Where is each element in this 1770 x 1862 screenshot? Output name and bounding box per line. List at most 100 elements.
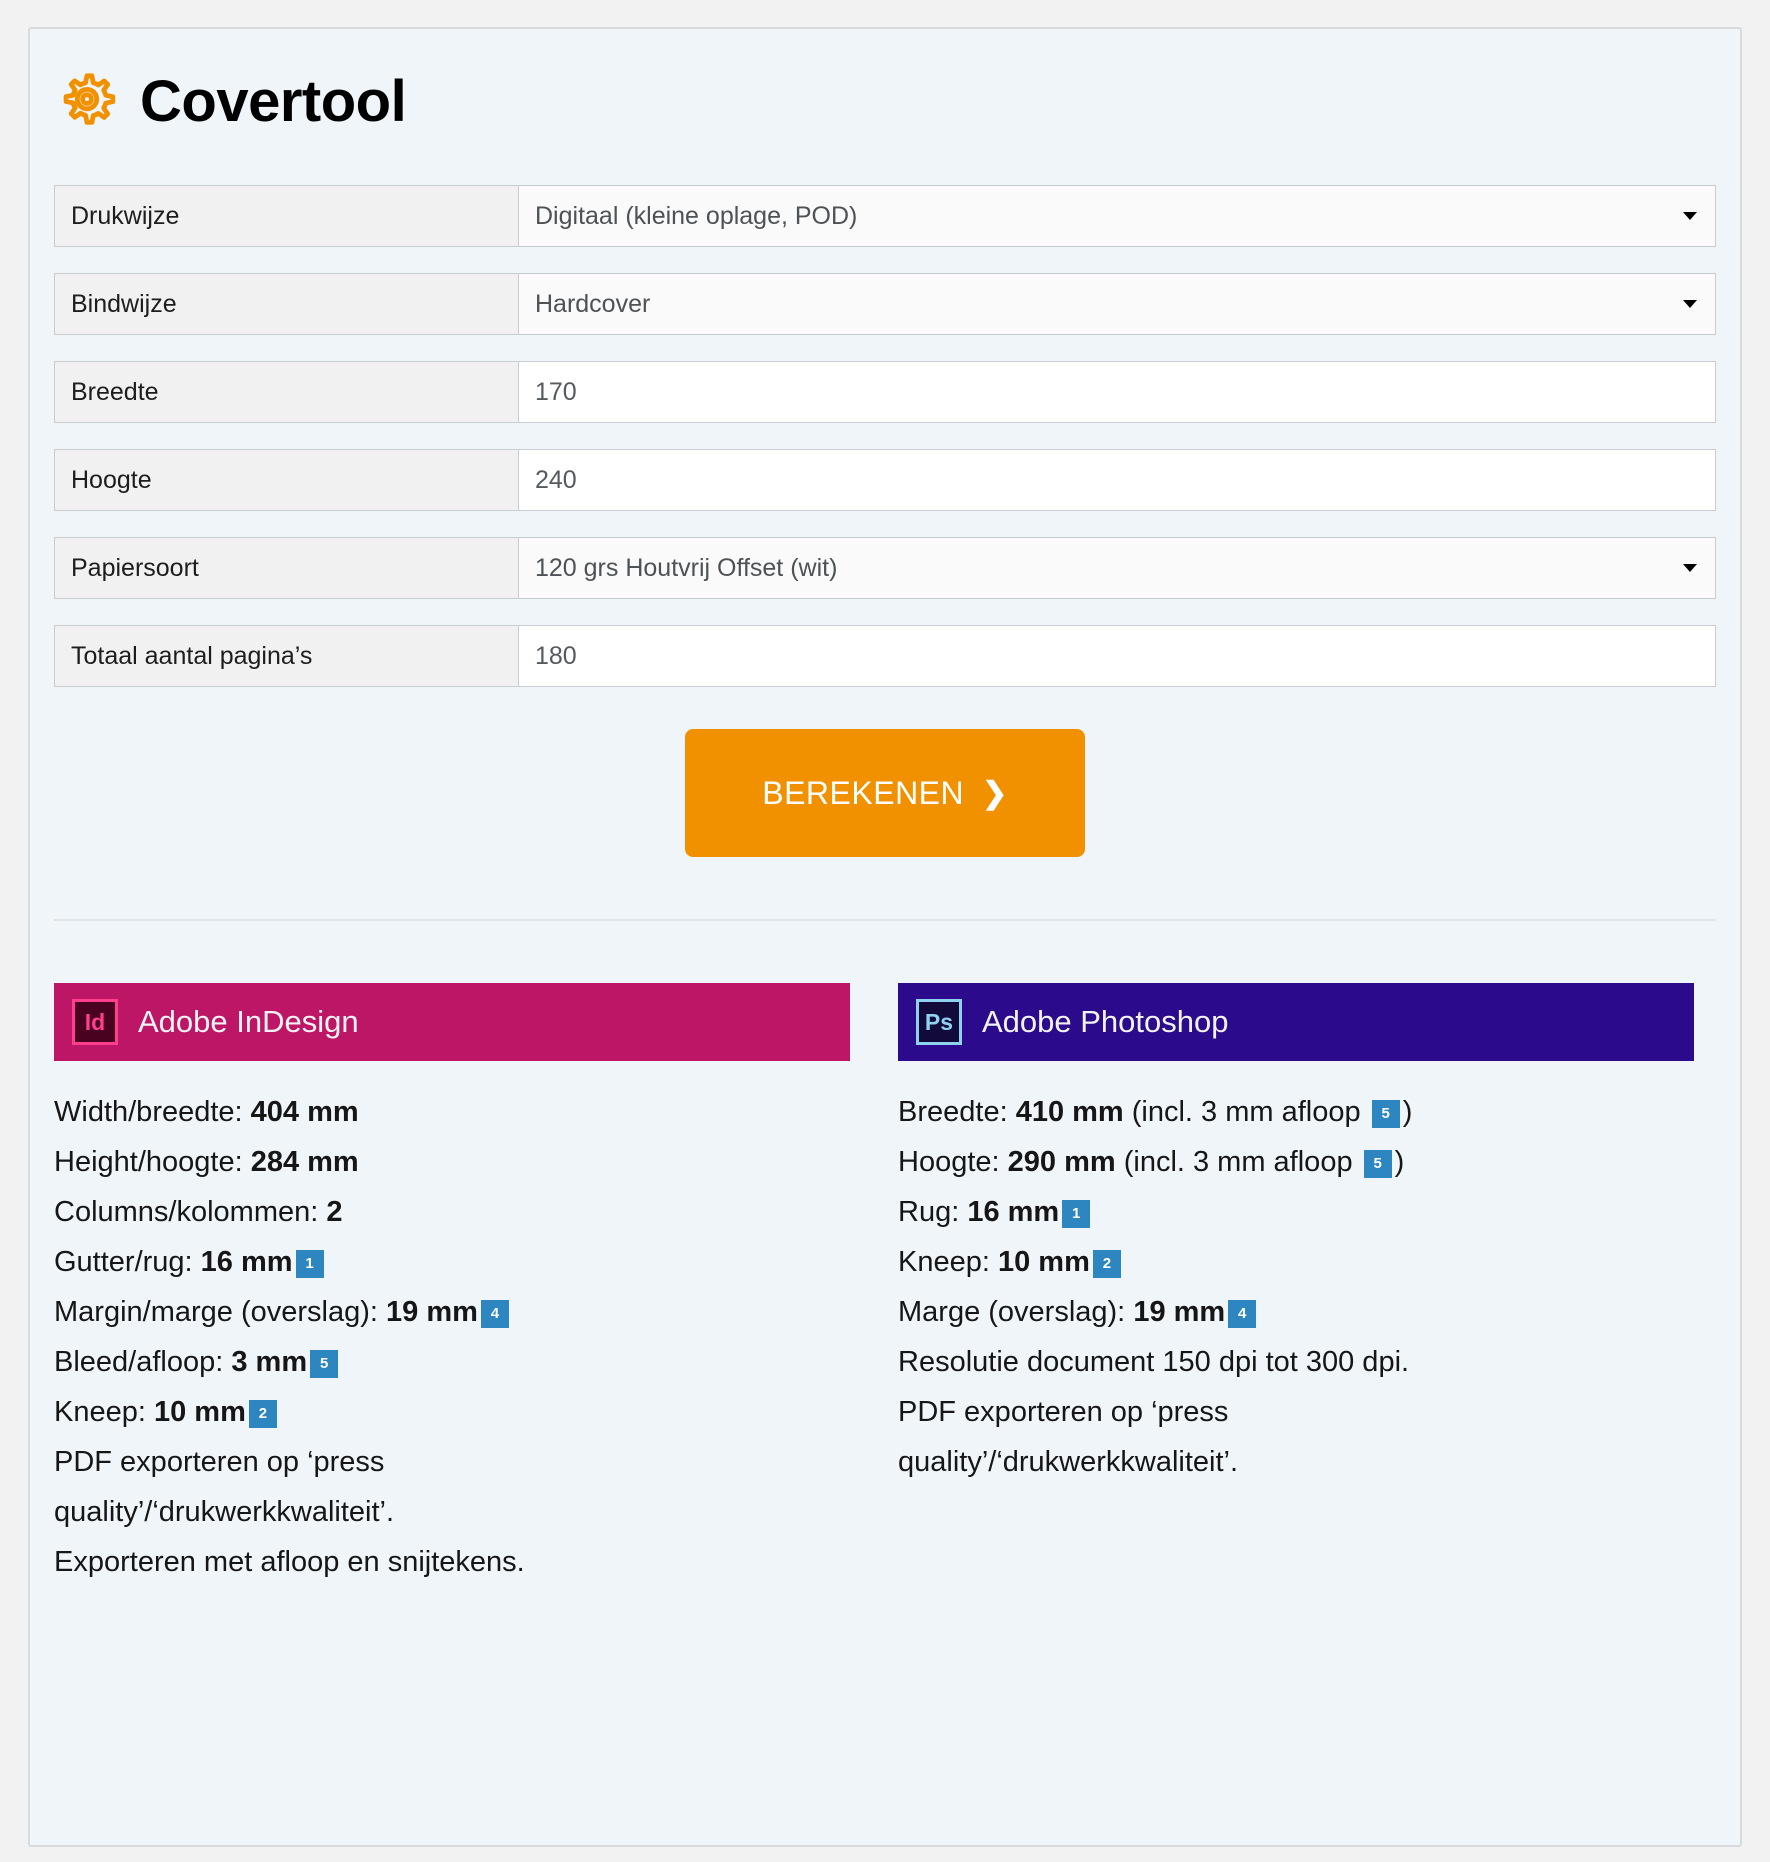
- spec-label: Margin/marge (overslag):: [54, 1296, 386, 1328]
- form-row-papiersoort[interactable]: Papiersoort 120 grs Houtvrij Offset (wit…: [54, 537, 1716, 599]
- spec-label: Width/breedte:: [54, 1096, 251, 1128]
- spec-label: Hoogte:: [898, 1146, 1008, 1178]
- spec-list-photoshop: Breedte: 410 mm (incl. 3 mm afloop 5) Hoo…: [898, 1087, 1694, 1487]
- spec-suffix: (incl. 3 mm afloop: [1115, 1146, 1361, 1178]
- spec-tail: ): [1402, 1096, 1413, 1128]
- totaal-aantal-paginas-input-value: 180: [535, 641, 577, 670]
- form-row-bindwijze[interactable]: Bindwijze Hardcover: [54, 273, 1716, 335]
- spec-line: quality’/‘drukwerkkwaliteit’.: [54, 1487, 850, 1537]
- spec-label: quality’/‘drukwerkkwaliteit’.: [898, 1446, 1239, 1478]
- select-papiersoort[interactable]: 120 grs Houtvrij Offset (wit): [519, 538, 1715, 598]
- spec-label: Rug:: [898, 1196, 968, 1228]
- panel-title-photoshop: Adobe Photoshop: [982, 1004, 1229, 1039]
- spec-label: Columns/kolommen:: [54, 1196, 327, 1228]
- hoogte-input-value: 240: [535, 465, 577, 494]
- spec-list-indesign: Width/breedte: 404 mm Height/hoogte: 284 …: [54, 1087, 850, 1587]
- spec-line: Bleed/afloop: 3 mm 5: [54, 1337, 850, 1387]
- reference-badge: 1: [295, 1250, 324, 1278]
- select-bindwijze-value: Hardcover: [535, 289, 651, 318]
- spec-line: Height/hoogte: 284 mm: [54, 1137, 850, 1187]
- spec-value: 284 mm: [250, 1146, 359, 1178]
- form-row-hoogte[interactable]: Hoogte 240: [54, 449, 1716, 511]
- chevron-down-icon[interactable]: [1683, 300, 1697, 308]
- spec-label: PDF exporteren op ‘press: [898, 1396, 1229, 1428]
- spec-line: Width/breedte: 404 mm: [54, 1087, 850, 1137]
- berekenen-button[interactable]: BEREKENEN ❯: [685, 729, 1085, 857]
- reference-badge: 5: [1371, 1100, 1400, 1128]
- spec-label: PDF exporteren op ‘press: [54, 1446, 385, 1478]
- gear-icon: [56, 71, 118, 133]
- select-drukwijze-value: Digitaal (kleine oplage, POD): [535, 201, 858, 230]
- panel-title-indesign: Adobe InDesign: [138, 1004, 359, 1039]
- chevron-down-icon[interactable]: [1683, 564, 1697, 572]
- spec-suffix: (incl. 3 mm afloop: [1123, 1096, 1369, 1128]
- reference-badge: 4: [480, 1300, 509, 1328]
- panel-photoshop: Ps Adobe Photoshop Breedte: 410 mm (incl…: [898, 983, 1694, 1587]
- form-row-totaal-aantal-paginas[interactable]: Totaal aantal pagina’s 180: [54, 625, 1716, 687]
- spec-value: 16 mm: [967, 1196, 1060, 1228]
- covertool-card: Covertool Drukwijze Digitaal (kleine opl…: [28, 27, 1742, 1847]
- spec-value: 290 mm: [1007, 1146, 1116, 1178]
- chevron-down-icon[interactable]: [1683, 212, 1697, 220]
- spec-value: 10 mm: [153, 1396, 246, 1428]
- indesign-logo-icon: Id: [72, 999, 118, 1045]
- select-drukwijze[interactable]: Digitaal (kleine oplage, POD): [519, 186, 1715, 246]
- spec-tail: ): [1394, 1146, 1405, 1178]
- spec-value: 19 mm: [1133, 1296, 1226, 1328]
- berekenen-button-label: BEREKENEN: [762, 774, 965, 811]
- spec-value: 410 mm: [1015, 1096, 1124, 1128]
- spec-line: Rug: 16 mm 1: [898, 1187, 1694, 1237]
- select-papiersoort-value: 120 grs Houtvrij Offset (wit): [535, 553, 838, 582]
- label-drukwijze: Drukwijze: [55, 186, 519, 246]
- spec-label: Resolutie document 150 dpi tot 300 dpi.: [898, 1346, 1410, 1378]
- reference-badge: 2: [248, 1400, 277, 1428]
- spec-value: 2: [326, 1196, 343, 1228]
- section-divider: [54, 919, 1716, 921]
- spec-label: quality’/‘drukwerkkwaliteit’.: [54, 1496, 395, 1528]
- panel-header-photoshop: Ps Adobe Photoshop: [898, 983, 1694, 1061]
- select-bindwijze[interactable]: Hardcover: [519, 274, 1715, 334]
- spec-value: 16 mm: [200, 1246, 293, 1278]
- breedte-input-value: 170: [535, 377, 577, 406]
- label-hoogte: Hoogte: [55, 450, 519, 510]
- output-panels: Id Adobe InDesign Width/breedte: 404 mm H…: [30, 983, 1740, 1587]
- spec-value: 404 mm: [250, 1096, 359, 1128]
- spec-line: Exporteren met afloop en snijtekens.: [54, 1537, 850, 1587]
- spec-label: Height/hoogte:: [54, 1146, 251, 1178]
- spec-line: Kneep: 10 mm 2: [54, 1387, 850, 1437]
- spec-line: Breedte: 410 mm (incl. 3 mm afloop 5): [898, 1087, 1694, 1137]
- breedte-input[interactable]: 170: [519, 362, 1715, 422]
- spec-line: Margin/marge (overslag): 19 mm 4: [54, 1287, 850, 1337]
- spec-value: 19 mm: [386, 1296, 478, 1328]
- page-title: Covertool: [140, 69, 407, 134]
- covertool-form: Drukwijze Digitaal (kleine oplage, POD) …: [30, 185, 1740, 857]
- spec-line: PDF exporteren op ‘press: [54, 1437, 850, 1487]
- spec-label: Exporteren met afloop en snijtekens.: [54, 1546, 525, 1578]
- hoogte-input[interactable]: 240: [519, 450, 1715, 510]
- form-row-breedte[interactable]: Breedte 170: [54, 361, 1716, 423]
- spec-label: Bleed/afloop:: [54, 1346, 232, 1378]
- spec-line: PDF exporteren op ‘press: [898, 1387, 1694, 1437]
- spec-line: Marge (overslag): 19 mm 4: [898, 1287, 1694, 1337]
- spec-line: Resolutie document 150 dpi tot 300 dpi.: [898, 1337, 1694, 1387]
- spec-line: quality’/‘drukwerkkwaliteit’.: [898, 1437, 1694, 1487]
- totaal-aantal-paginas-input[interactable]: 180: [519, 626, 1715, 686]
- submit-row: BEREKENEN ❯: [54, 729, 1716, 857]
- app-header: Covertool: [30, 29, 1740, 133]
- photoshop-logo-icon: Ps: [916, 999, 962, 1045]
- panel-indesign: Id Adobe InDesign Width/breedte: 404 mm H…: [54, 983, 850, 1587]
- reference-badge: 4: [1228, 1300, 1257, 1328]
- label-papiersoort: Papiersoort: [55, 538, 519, 598]
- label-bindwijze: Bindwijze: [55, 274, 519, 334]
- label-totaal-aantal-paginas: Totaal aantal pagina’s: [55, 626, 519, 686]
- spec-line: Hoogte: 290 mm (incl. 3 mm afloop 5): [898, 1137, 1694, 1187]
- reference-badge: 5: [1363, 1150, 1392, 1178]
- spec-line: Kneep: 10 mm 2: [898, 1237, 1694, 1287]
- panel-header-indesign: Id Adobe InDesign: [54, 983, 850, 1061]
- spec-line: Columns/kolommen: 2: [54, 1187, 850, 1237]
- reference-badge: 5: [310, 1350, 339, 1378]
- form-row-drukwijze[interactable]: Drukwijze Digitaal (kleine oplage, POD): [54, 185, 1716, 247]
- spec-label: Gutter/rug:: [54, 1246, 201, 1278]
- reference-badge: 2: [1092, 1250, 1121, 1278]
- spec-value: 3 mm: [231, 1346, 308, 1378]
